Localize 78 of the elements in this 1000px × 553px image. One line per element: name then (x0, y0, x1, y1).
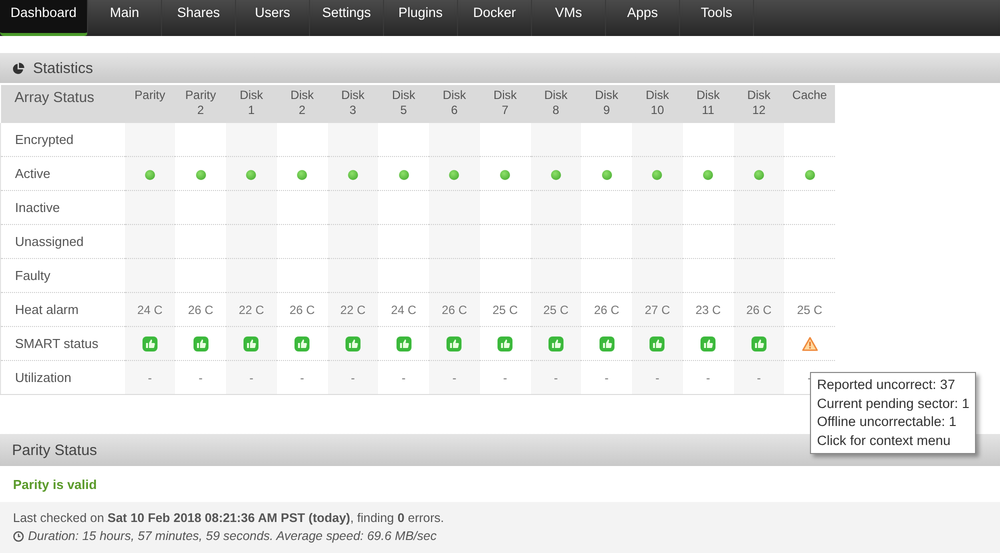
temperature: 22 C (340, 303, 366, 317)
thumbs-up-icon[interactable] (700, 336, 716, 352)
thumbs-up-icon[interactable] (598, 336, 615, 352)
temperature: 24 C (137, 303, 163, 317)
column-header: Disk 10 (632, 85, 683, 123)
column-header: Disk 8 (530, 85, 582, 123)
utilization-value: - (452, 371, 456, 385)
warning-icon[interactable] (802, 336, 818, 352)
utilization-value: - (503, 371, 508, 385)
utilization-value: - (655, 371, 660, 385)
pie-chart-icon (12, 62, 25, 74)
parity-status: Parity is valid (12, 476, 98, 494)
nav-tab[interactable]: Shares (162, 0, 236, 36)
utilization-value: - (198, 371, 203, 385)
temperature: 26 C (442, 303, 468, 317)
utilization-value: - (249, 371, 254, 385)
column-header: Disk 2 (276, 85, 328, 123)
last-checked-text: Last checked on Sat 10 Feb 2018 08:21:36 AM PST (today), finding 0 errors. (13, 511, 446, 525)
temperature: 26 C (188, 303, 214, 317)
section-title: Statistics (33, 60, 94, 76)
column-header: Disk 12 (734, 85, 784, 123)
temperature: 27 C (644, 303, 670, 317)
utilization-value: - (756, 371, 761, 385)
column-header: Cache (784, 85, 835, 123)
nav-tab[interactable]: Dashboard (0, 0, 88, 36)
nav-tab[interactable]: VMs (532, 0, 606, 36)
temperature: 25 C (796, 303, 822, 317)
utilization-value: - (148, 371, 152, 385)
column-header: Disk 7 (480, 85, 530, 123)
section-title: Parity Status (12, 442, 98, 458)
nav-tab[interactable]: Plugins (384, 0, 458, 36)
table-header: Array Status (0, 85, 124, 123)
temperature: 24 C (390, 303, 416, 317)
thumbs-up-icon[interactable] (649, 336, 666, 352)
row-label: Utilization (0, 360, 124, 394)
utilization-value: - (604, 371, 609, 385)
tooltip-line: Click for context menu (817, 432, 952, 450)
thumbs-up-icon[interactable] (344, 336, 361, 352)
tooltip-line: Current pending sector: 1 (817, 394, 970, 413)
tooltip-line: Offline uncorrectable: 1 (817, 413, 958, 431)
temperature: 26 C (594, 303, 620, 317)
column-header: Disk 3 (328, 85, 378, 123)
utilization-value: - (706, 371, 710, 385)
temperature: 22 C (238, 303, 264, 317)
nav-tab[interactable]: Main (88, 0, 162, 36)
thumbs-up-icon[interactable] (446, 336, 462, 352)
column-header: Parity 2 (175, 85, 226, 123)
nav-tab[interactable]: Apps (606, 0, 680, 36)
column-header: Disk 5 (378, 85, 429, 123)
column-header: Disk 11 (682, 85, 734, 123)
thumbs-up-icon[interactable] (750, 336, 767, 352)
utilization-value: - (402, 371, 406, 385)
thumbs-up-icon[interactable] (243, 336, 260, 352)
utilization-value: - (554, 371, 558, 385)
thumbs-up-icon[interactable] (396, 336, 412, 352)
temperature: 23 C (695, 303, 721, 317)
thumbs-up-icon[interactable] (497, 336, 514, 352)
utilization-value: - (350, 371, 355, 385)
thumbs-up-icon[interactable] (142, 336, 158, 352)
column-header: Disk 1 (226, 85, 277, 123)
temperature: 26 C (746, 303, 772, 317)
temperature: 26 C (289, 303, 315, 317)
column-header: Disk 6 (429, 85, 480, 123)
thumbs-up-icon[interactable] (548, 336, 564, 352)
nav-tab[interactable]: Docker (458, 0, 532, 36)
nav-tab[interactable]: Tools (680, 0, 754, 36)
column-header: Disk 9 (581, 85, 632, 123)
temperature: 25 C (492, 303, 518, 317)
nav-tab[interactable]: Users (236, 0, 310, 36)
thumbs-up-icon[interactable] (294, 336, 310, 352)
thumbs-up-icon[interactable] (192, 336, 209, 352)
column-header: Parity (124, 85, 176, 123)
duration-text: Duration: 15 hours, 57 minutes, 59 seconds. Average speed: 69.6 MB/sec (28, 529, 437, 543)
utilization-value: - (300, 371, 304, 385)
nav-tab[interactable]: Settings (310, 0, 384, 36)
tooltip-line: Reported uncorrect: 37 (817, 376, 956, 394)
clock-icon (13, 530, 24, 542)
temperature: 25 C (543, 303, 569, 317)
